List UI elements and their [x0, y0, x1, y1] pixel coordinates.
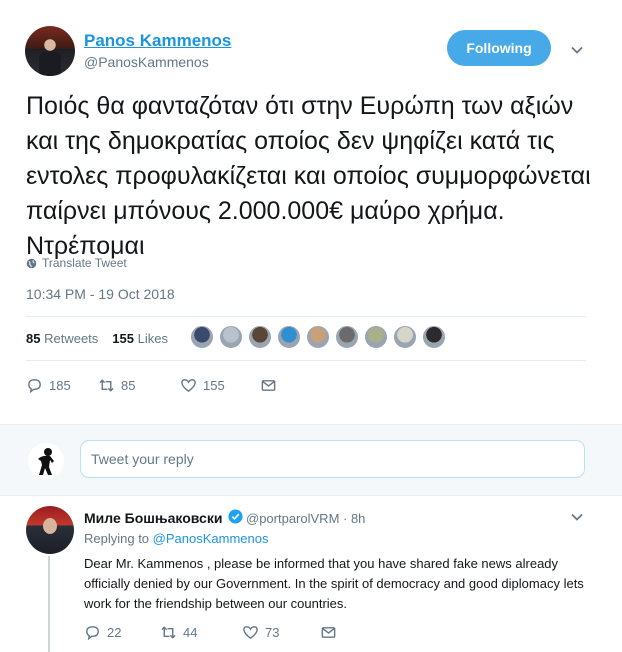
envelope-icon	[261, 380, 276, 391]
divider	[26, 360, 586, 361]
thread-line	[48, 556, 50, 652]
author-handle[interactable]: @PanosKammenos	[84, 54, 209, 70]
liker-avatars	[190, 325, 446, 349]
like-count: 155	[203, 378, 225, 393]
retweets-label: Retweets	[44, 331, 99, 346]
globe-icon	[26, 258, 37, 268]
like-action[interactable]: 73	[242, 624, 320, 641]
chevron-down-icon[interactable]	[570, 43, 584, 57]
reply-action[interactable]: 185	[26, 377, 98, 394]
liker-avatar[interactable]	[277, 325, 301, 349]
liker-avatar[interactable]	[248, 325, 272, 349]
retweet-count: 44	[183, 625, 198, 640]
direct-message-action[interactable]	[320, 624, 337, 641]
translate-tweet-link[interactable]: Translate Tweet	[26, 256, 127, 270]
envelope-icon	[321, 627, 336, 638]
author-avatar[interactable]	[25, 26, 75, 76]
direct-message-action[interactable]	[260, 377, 277, 394]
retweets-stat[interactable]: 85 Retweets	[26, 331, 98, 346]
reply-author-handle[interactable]: @portparolVRM · 8h	[246, 511, 365, 526]
liker-avatar[interactable]	[219, 325, 243, 349]
retweet-action[interactable]: 44	[160, 624, 242, 641]
reply-author-avatar[interactable]	[26, 506, 74, 554]
liker-avatar[interactable]	[393, 325, 417, 349]
tweet-text: Ποιός θα φανταζόταν ότι στην Ευρώπη των …	[26, 92, 591, 260]
reply-input[interactable]: Tweet your reply	[80, 440, 585, 478]
reply-icon	[86, 626, 99, 641]
like-count: 73	[265, 625, 280, 640]
reply-author-name[interactable]: Миле Бошњаковски	[84, 510, 222, 526]
likes-stat[interactable]: 155 Likes	[112, 331, 168, 346]
engagement-stats: 85 Retweets 155 Likes	[26, 331, 168, 346]
reply-count: 22	[107, 625, 122, 640]
heart-icon	[181, 379, 196, 393]
liker-avatar[interactable]	[335, 325, 359, 349]
divider	[26, 316, 586, 317]
translate-label: Translate Tweet	[42, 256, 127, 270]
retweet-action[interactable]: 85	[98, 377, 180, 394]
liker-avatar[interactable]	[364, 325, 388, 349]
heart-icon	[243, 626, 258, 640]
tweet-timestamp[interactable]: 10:34 PM - 19 Oct 2018	[26, 286, 175, 302]
reply-icon	[28, 379, 41, 394]
replying-prefix: Replying to	[84, 531, 150, 546]
silhouette-icon	[38, 448, 54, 475]
replying-handle-link[interactable]: @PanosKammenos	[153, 531, 269, 546]
liker-avatar[interactable]	[190, 325, 214, 349]
liker-avatar[interactable]	[306, 325, 330, 349]
liker-avatar[interactable]	[422, 325, 446, 349]
reply-count: 185	[49, 378, 71, 393]
author-name[interactable]: Panos Kammenos	[84, 31, 231, 51]
following-button[interactable]: Following	[447, 30, 551, 66]
reply-text: Dear Mr. Kammenos , please be informed t…	[84, 556, 584, 611]
likes-count: 155	[112, 331, 134, 346]
retweet-count: 85	[121, 378, 136, 393]
main-tweet: Panos Kammenos @PanosKammenos Following …	[0, 0, 622, 422]
like-action[interactable]: 155	[180, 377, 260, 394]
verified-badge-icon	[228, 509, 243, 524]
reply-composer: Tweet your reply	[0, 424, 622, 496]
retweet-icon	[161, 626, 176, 639]
retweets-count: 85	[26, 331, 41, 346]
user-avatar[interactable]	[28, 443, 64, 479]
reply-actions: 22 44 73	[84, 624, 337, 641]
tweet-actions: 185 85 155	[26, 377, 277, 394]
reply-tweet: Миле Бошњаковски @portparolVRM · 8h Repl…	[0, 496, 622, 652]
replying-to: Replying to @PanosKammenos	[84, 531, 268, 546]
likes-label: Likes	[137, 331, 168, 346]
reply-action[interactable]: 22	[84, 624, 160, 641]
retweet-icon	[99, 379, 114, 392]
chevron-down-icon[interactable]	[570, 510, 584, 524]
